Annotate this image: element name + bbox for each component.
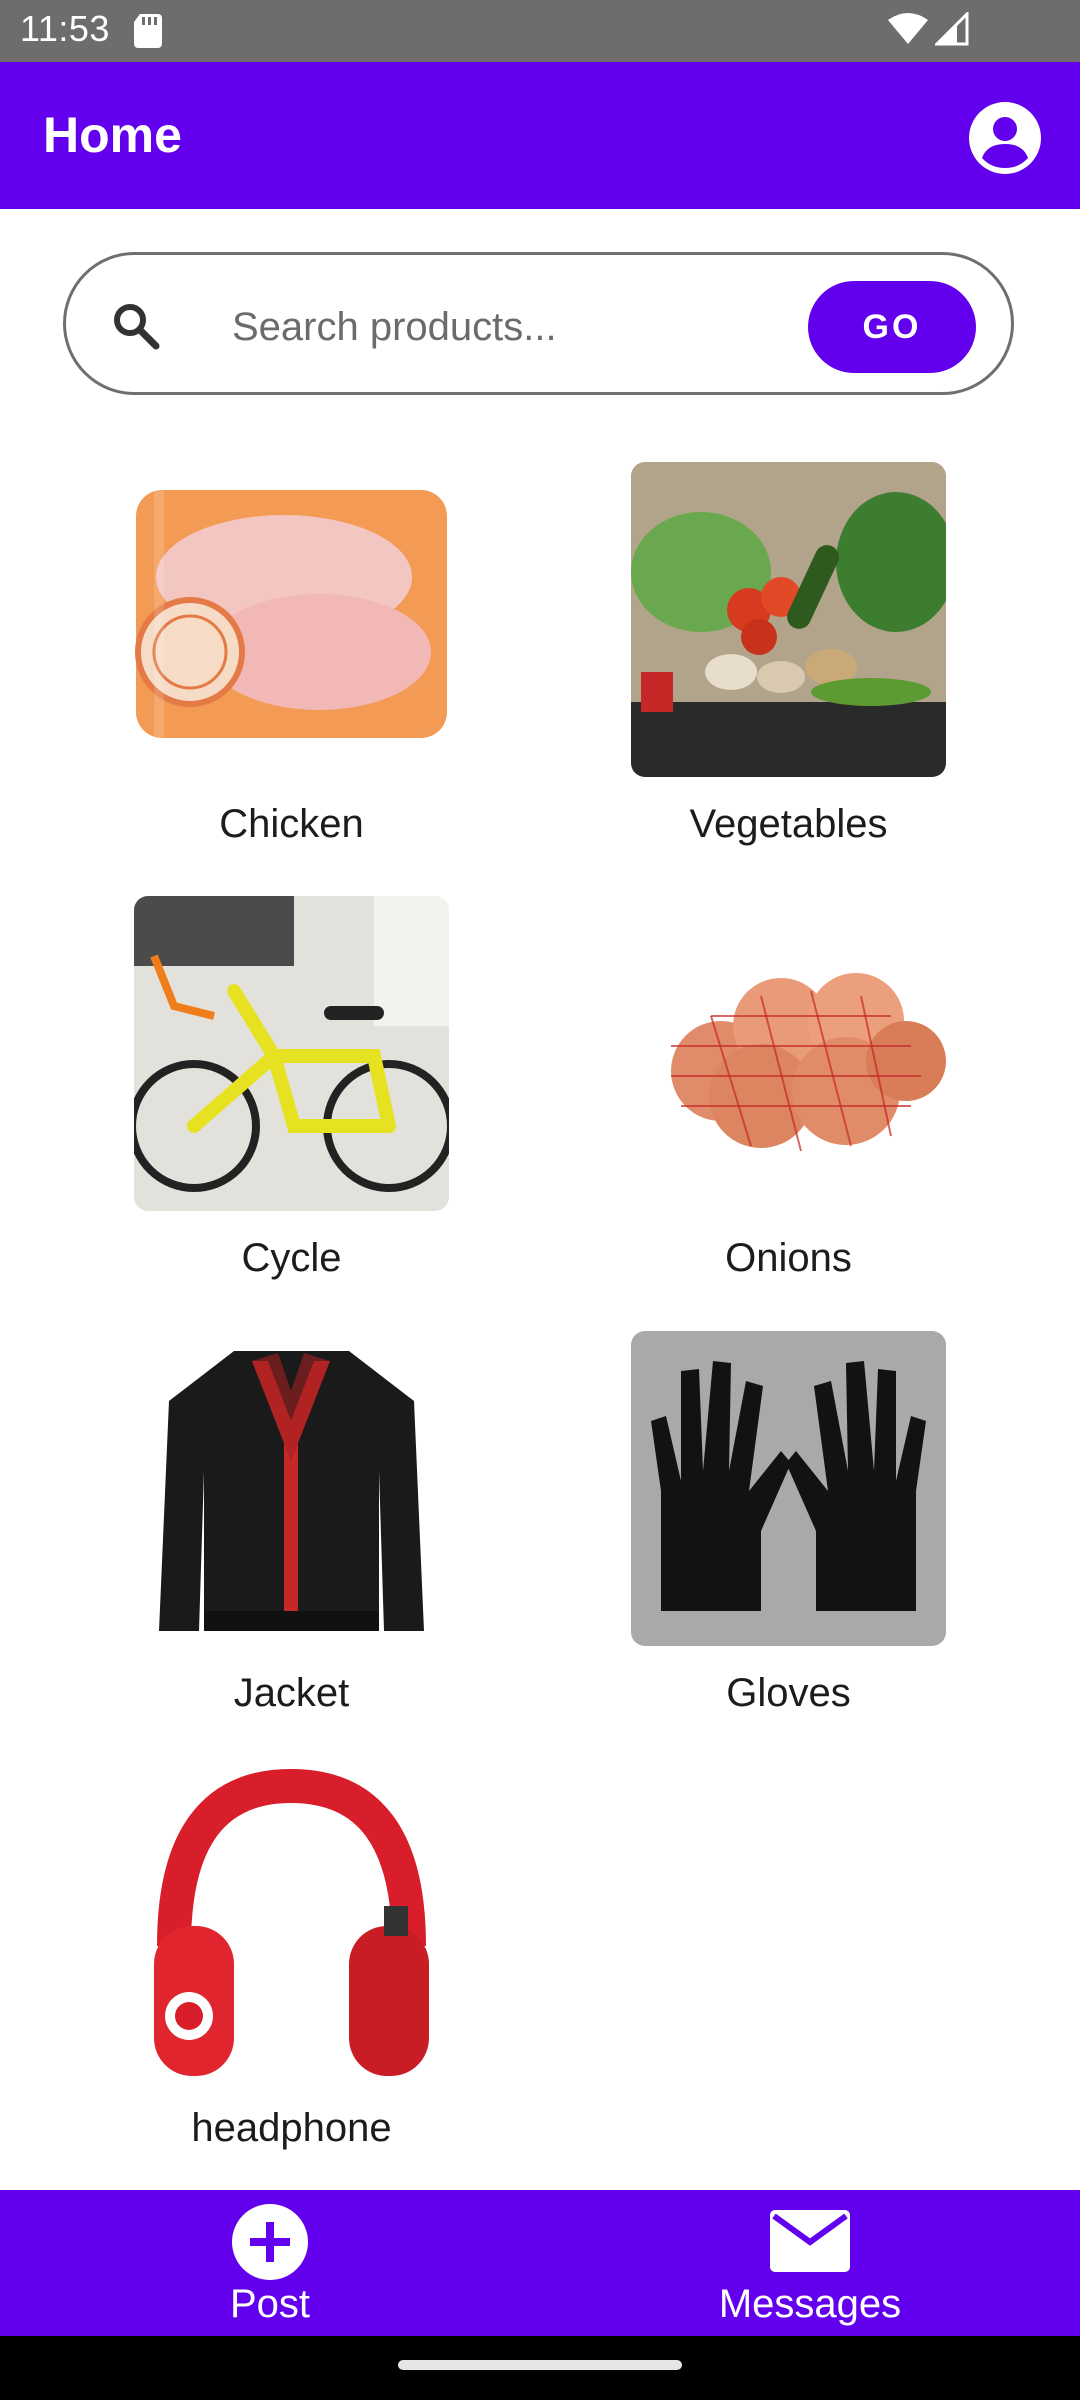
product-label: Cycle [241,1236,342,1280]
app-bar: Home [0,62,1080,209]
add-circle-icon [232,2204,308,2280]
search-icon [114,304,160,350]
vegetables-image [631,462,946,777]
product-label: Onions [725,1236,852,1280]
mail-icon [770,2210,850,2272]
nav-messages-label: Messages [718,2282,902,2326]
search-bar: GO [63,252,1014,395]
nav-post[interactable]: Post [120,2190,420,2336]
product-card-chicken[interactable]: Chicken [0,462,497,882]
headphone-image [134,1766,449,2081]
account-circle-icon[interactable] [969,102,1041,174]
nav-messages[interactable]: Messages [660,2190,960,2336]
product-card-headphone[interactable]: headphone [0,1766,497,2186]
cycle-image [134,896,449,1211]
product-label: Gloves [726,1671,851,1715]
status-time: 11:53 [20,8,110,49]
product-label: Chicken [219,802,364,846]
product-card-vegetables[interactable]: Vegetables [497,462,994,882]
product-card-jacket[interactable]: Jacket [0,1331,497,1751]
status-bar: 11:53 [0,0,1080,62]
product-card-cycle[interactable]: Cycle [0,896,497,1316]
jacket-image [134,1331,449,1646]
wifi-icon [888,13,928,44]
nav-post-label: Post [229,2282,311,2326]
go-button[interactable]: GO [808,281,976,373]
product-label: Jacket [233,1671,350,1715]
page-title: Home [43,107,182,163]
search-input[interactable] [230,291,794,363]
signal-icon [935,12,969,46]
product-label: Vegetables [689,802,888,846]
gloves-image [631,1331,946,1646]
product-label: headphone [191,2106,392,2150]
home-gesture-handle[interactable] [398,2360,682,2370]
system-navigation-bar [0,2336,1080,2400]
onions-image [631,896,946,1211]
product-card-onions[interactable]: Onions [497,896,994,1316]
product-card-gloves[interactable]: Gloves [497,1331,994,1751]
sd-card-icon [134,14,162,48]
bottom-navigation: Post Messages [0,2190,1080,2336]
chicken-image [134,462,449,777]
